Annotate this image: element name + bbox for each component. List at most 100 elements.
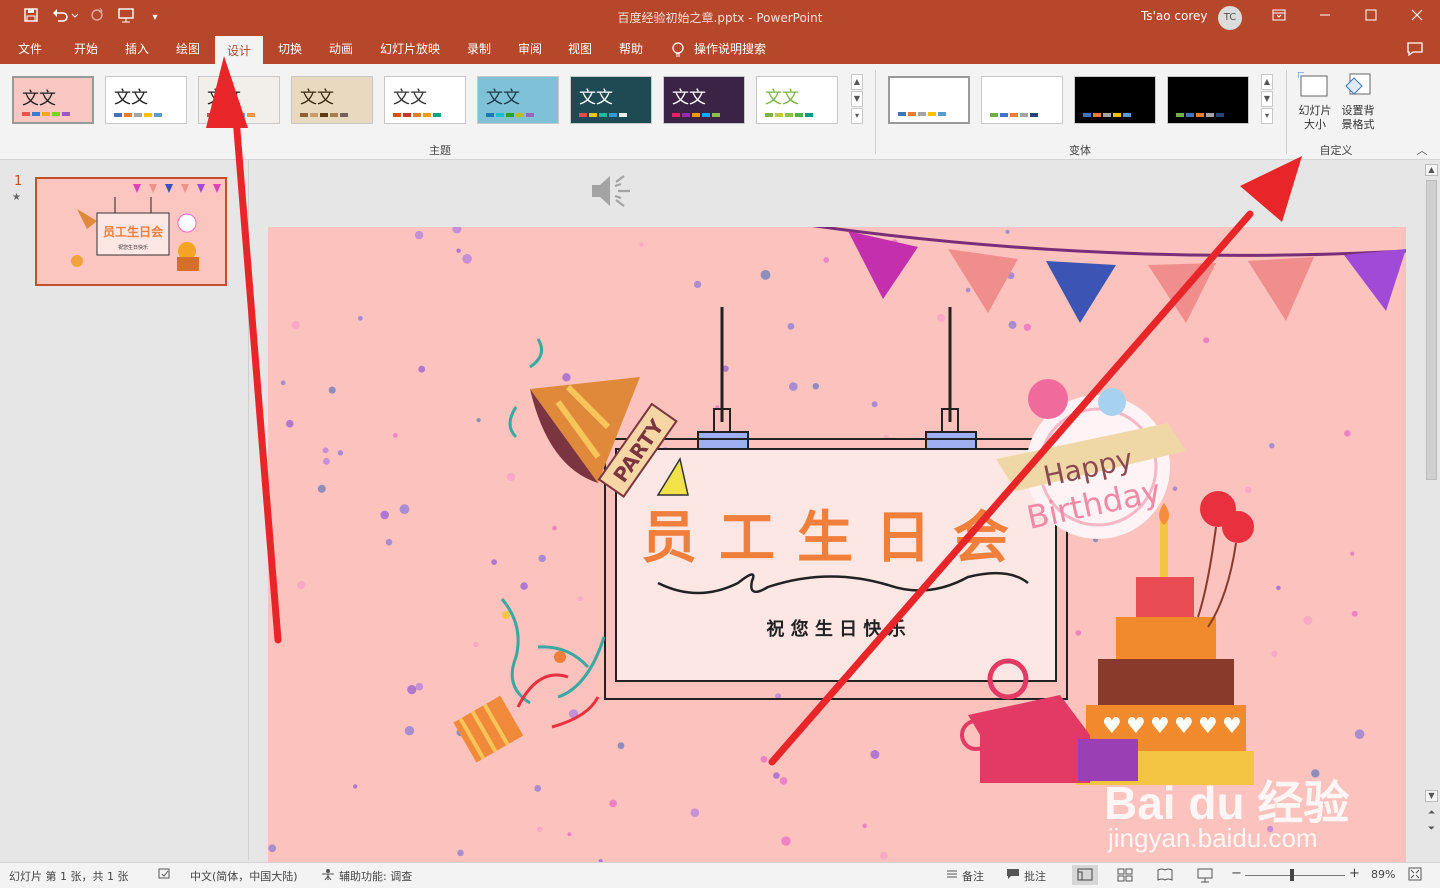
confetti-dot [1245,486,1252,494]
slide-count-status[interactable]: 幻灯片 第 1 张，共 1 张 [9,868,128,884]
slide-size-button[interactable]: 幻灯片 大小 [1294,70,1336,138]
confetti-dot [328,386,336,394]
confetti-dot [617,742,625,750]
notes-button[interactable]: 备注 [962,868,984,884]
format-background-label-2: 景格式 [1341,118,1375,131]
confetti-dot [418,365,426,373]
reading-view-icon[interactable] [1154,865,1176,885]
zoom-out-icon[interactable]: − [1231,866,1242,881]
normal-view-icon[interactable] [1072,865,1098,885]
close-icon[interactable] [1394,3,1440,31]
theme-thumbnail-4[interactable]: 文文 [291,76,373,124]
format-background-button[interactable]: 设置背 景格式 [1336,70,1380,138]
variants-down-icon[interactable]: ▼ [1261,91,1273,107]
variants-up-icon[interactable]: ▲ [1261,74,1273,90]
slide-sorter-icon[interactable] [1114,865,1136,885]
status-bar: 幻灯片 第 1 张，共 1 张 中文(简体，中国大陆) 辅助功能: 调查 备注 … [0,862,1440,888]
scroll-thumb[interactable] [1426,180,1437,480]
theme-thumbnail-1[interactable]: 文文 [12,76,94,124]
slide-star-icon: ★ [12,192,21,203]
speaker-icon[interactable] [588,172,634,210]
theme-sample-text: 文文 [114,88,148,108]
lightbulb-icon[interactable] [670,41,688,59]
tab-home[interactable]: 开始 [62,36,110,64]
ribbon-display-options-icon[interactable] [1256,3,1302,31]
variant-color-swatches [1176,113,1224,117]
confetti-dot [291,321,300,330]
variant-thumbnail-3[interactable] [1074,76,1156,124]
comment-status-icon[interactable] [1006,868,1020,883]
variant-thumbnail-1[interactable] [888,76,970,124]
tab-record[interactable]: 录制 [456,36,502,64]
watermark-url: jingyan.baidu.com [1108,823,1318,853]
scroll-down-icon[interactable]: ▼ [1425,790,1438,802]
customize-group-label: 自定义 [1319,144,1353,157]
tab-design[interactable]: 设计 [215,36,263,66]
theme-color-swatches [393,113,441,117]
slide-subtitle[interactable]: 祝 您 生 日 快 乐 [766,618,905,640]
zoom-slider[interactable] [1245,875,1345,876]
theme-thumbnail-8[interactable]: 文文 [663,76,745,124]
theme-thumbnail-9[interactable]: 文文 [756,76,838,124]
slide-size-label-2: 大小 [1304,118,1326,131]
comments-icon[interactable] [1406,41,1426,59]
theme-thumbnail-7[interactable]: 文文 [570,76,652,124]
tab-help[interactable]: 帮助 [608,36,654,64]
tab-file[interactable]: 文件 [8,36,52,64]
theme-thumbnail-3[interactable]: 文文 [198,76,280,124]
confetti-dot [286,419,294,428]
confetti-dot [520,582,528,590]
confetti-dot [1172,486,1178,492]
confetti-dot [562,373,571,382]
tab-view[interactable]: 视图 [557,36,603,64]
spell-check-icon[interactable] [158,868,172,883]
tab-draw[interactable]: 绘图 [164,36,212,64]
theme-thumbnail-2[interactable]: 文文 [105,76,187,124]
confetti-dot [268,844,277,853]
zoom-slider-thumb[interactable] [1290,869,1294,881]
slide-thumbnail[interactable]: 员工生日会 祝您生日快乐 [35,177,227,286]
gallery-more-icon[interactable]: ▾ [851,108,863,124]
tab-transitions[interactable]: 切换 [266,36,314,64]
confetti-dot [773,772,780,779]
next-slide-icon[interactable]: ⏷ [1425,824,1438,838]
theme-thumbnail-6[interactable]: 文文 [477,76,559,124]
accessibility-icon[interactable] [320,868,336,884]
fit-to-window-icon[interactable] [1408,867,1424,883]
slide-title[interactable]: 员工生日会 [641,506,1031,571]
accessibility-status[interactable]: 辅助功能: 调查 [339,868,412,884]
variant-thumbnail-4[interactable] [1167,76,1249,124]
confetti-dot [337,450,344,456]
tab-review[interactable]: 审阅 [507,36,553,64]
tab-slideshow[interactable]: 幻灯片放映 [372,36,448,64]
scroll-up-icon[interactable]: ▲ [1425,164,1438,176]
zoom-level[interactable]: 89% [1371,868,1395,881]
comments-button[interactable]: 批注 [1024,868,1046,884]
gallery-down-icon[interactable]: ▼ [851,91,863,107]
maximize-icon[interactable] [1348,3,1394,31]
previous-slide-icon[interactable]: ⏶ [1425,808,1438,822]
variants-more-icon[interactable]: ▾ [1261,108,1273,124]
tell-me-search[interactable]: 操作说明搜索 [694,36,784,64]
confetti-dot [862,823,867,829]
slide-thumbnail-image: 员工生日会 祝您生日快乐 [37,179,225,284]
tab-animations[interactable]: 动画 [317,36,365,64]
theme-color-swatches [765,113,813,117]
user-name[interactable]: Ts'ao corey [1141,9,1208,23]
tab-insert[interactable]: 插入 [113,36,161,64]
language-status[interactable]: 中文(简体，中国大陆) [190,868,298,884]
vertical-scrollbar[interactable]: ▲ ▼ ⏶ ⏷ [1423,162,1440,860]
slideshow-view-icon[interactable] [1194,865,1216,885]
minimize-icon[interactable] [1302,3,1348,31]
collapse-ribbon-icon[interactable]: ︿ [1414,142,1430,157]
variant-thumbnail-2[interactable] [981,76,1063,124]
notes-icon[interactable] [945,868,959,883]
avatar[interactable]: TC [1218,6,1242,30]
theme-thumbnail-5[interactable]: 文文 [384,76,466,124]
gallery-up-icon[interactable]: ▲ [851,74,863,90]
zoom-in-icon[interactable]: + [1349,866,1360,881]
confetti-dot [297,580,306,590]
confetti-dot [1354,729,1365,739]
slide-canvas[interactable]: 员工生日会 祝 您 生 日 快 乐 PARTY Happy Birthday ♥… [268,227,1406,867]
ribbon: 文文 文文 文文 文文 文文 文文 文文 文文 文文 ▲ ▼ ▾ 主题 ▲ ▼ ▾ 变体 幻灯片… [0,64,1440,160]
